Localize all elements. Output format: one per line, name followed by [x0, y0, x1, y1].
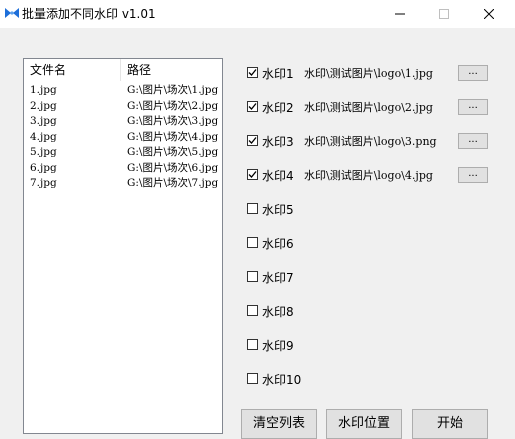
- file-name-cell: 3.jpg: [30, 115, 57, 127]
- app-icon: [4, 5, 20, 21]
- watermark-7-checkbox[interactable]: [247, 271, 258, 282]
- watermark-position-button[interactable]: 水印位置: [326, 409, 402, 439]
- watermark-1-browse-button[interactable]: ...: [458, 65, 488, 81]
- file-path-cell: G:\图片\场次\6.jpg: [127, 161, 219, 174]
- watermark-5-label[interactable]: 水印5: [262, 201, 294, 218]
- watermark-2-checkbox[interactable]: [247, 101, 258, 112]
- table-row[interactable]: 7.jpg G:\图片\场次\7.jpg: [24, 176, 222, 192]
- watermark-4-browse-button[interactable]: ...: [458, 167, 488, 183]
- watermark-3-label[interactable]: 水印3: [262, 133, 294, 150]
- close-button[interactable]: [466, 0, 512, 28]
- watermark-5-checkbox[interactable]: [247, 203, 258, 214]
- file-path-cell: G:\图片\场次\5.jpg: [127, 146, 219, 158]
- table-row[interactable]: 5.jpg G:\图片\场次\5.jpg: [24, 145, 222, 161]
- watermark-1-path: 水印\测试图片\logo\1.jpg: [304, 67, 433, 80]
- watermark-1-label[interactable]: 水印1: [262, 65, 294, 82]
- watermark-4-label[interactable]: 水印4: [262, 167, 294, 184]
- watermark-4-checkbox[interactable]: [247, 169, 258, 180]
- watermark-9-label[interactable]: 水印9: [262, 337, 294, 354]
- watermark-2-browse-button[interactable]: ...: [458, 99, 488, 115]
- minimize-icon: [395, 9, 405, 19]
- start-button[interactable]: 开始: [412, 409, 488, 439]
- watermark-2-path: 水印\测试图片\logo\2.jpg: [304, 101, 433, 114]
- watermark-6-label[interactable]: 水印6: [262, 235, 294, 252]
- window-title: 批量添加不同水印 v1.01: [22, 7, 156, 21]
- column-header-path[interactable]: 路径: [121, 59, 222, 81]
- table-row[interactable]: 4.jpg G:\图片\场次\4.jpg: [24, 130, 222, 146]
- file-path-cell: G:\图片\场次\3.jpg: [127, 115, 219, 127]
- watermark-2-label[interactable]: 水印2: [262, 99, 294, 116]
- watermark-8-label[interactable]: 水印8: [262, 303, 294, 320]
- watermark-6-checkbox[interactable]: [247, 237, 258, 248]
- column-header-filename[interactable]: 文件名: [24, 59, 121, 81]
- file-list[interactable]: 文件名 路径 1.jpg G:\图片\场次\1.jpg 2.jpg G:\图片\…: [23, 58, 223, 434]
- watermark-3-path: 水印\测试图片\logo\3.png: [304, 135, 437, 148]
- close-icon: [484, 9, 494, 19]
- file-name-cell: 7.jpg: [30, 177, 57, 189]
- file-name-cell: 2.jpg: [30, 99, 57, 112]
- title-bar: 批量添加不同水印 v1.01: [0, 0, 515, 28]
- watermark-4-path: 水印\测试图片\logo\4.jpg: [304, 169, 433, 182]
- file-name-cell: 5.jpg: [30, 146, 57, 158]
- watermark-10-label[interactable]: 水印10: [262, 371, 301, 388]
- minimize-button[interactable]: [377, 0, 423, 28]
- file-path-cell: G:\图片\场次\4.jpg: [127, 130, 219, 143]
- watermark-8-checkbox[interactable]: [247, 305, 258, 316]
- file-rows: 1.jpg G:\图片\场次\1.jpg 2.jpg G:\图片\场次\2.jp…: [24, 83, 222, 192]
- file-path-cell: G:\图片\场次\1.jpg: [127, 84, 219, 96]
- maximize-icon: [439, 9, 449, 19]
- table-row[interactable]: 6.jpg G:\图片\场次\6.jpg: [24, 161, 222, 177]
- table-row[interactable]: 1.jpg G:\图片\场次\1.jpg: [24, 83, 222, 99]
- table-row[interactable]: 2.jpg G:\图片\场次\2.jpg: [24, 99, 222, 115]
- maximize-button[interactable]: [421, 0, 467, 28]
- watermark-10-checkbox[interactable]: [247, 373, 258, 384]
- watermark-3-checkbox[interactable]: [247, 135, 258, 146]
- file-path-cell: G:\图片\场次\7.jpg: [127, 177, 219, 189]
- file-path-cell: G:\图片\场次\2.jpg: [127, 99, 219, 112]
- watermark-3-browse-button[interactable]: ...: [458, 133, 488, 149]
- watermark-7-label[interactable]: 水印7: [262, 269, 294, 286]
- watermark-9-checkbox[interactable]: [247, 339, 258, 350]
- table-row[interactable]: 3.jpg G:\图片\场次\3.jpg: [24, 114, 222, 130]
- clear-list-button[interactable]: 清空列表: [241, 409, 317, 439]
- file-name-cell: 6.jpg: [30, 161, 57, 174]
- file-name-cell: 4.jpg: [30, 130, 57, 143]
- watermark-1-checkbox[interactable]: [247, 67, 258, 78]
- file-name-cell: 1.jpg: [30, 84, 57, 96]
